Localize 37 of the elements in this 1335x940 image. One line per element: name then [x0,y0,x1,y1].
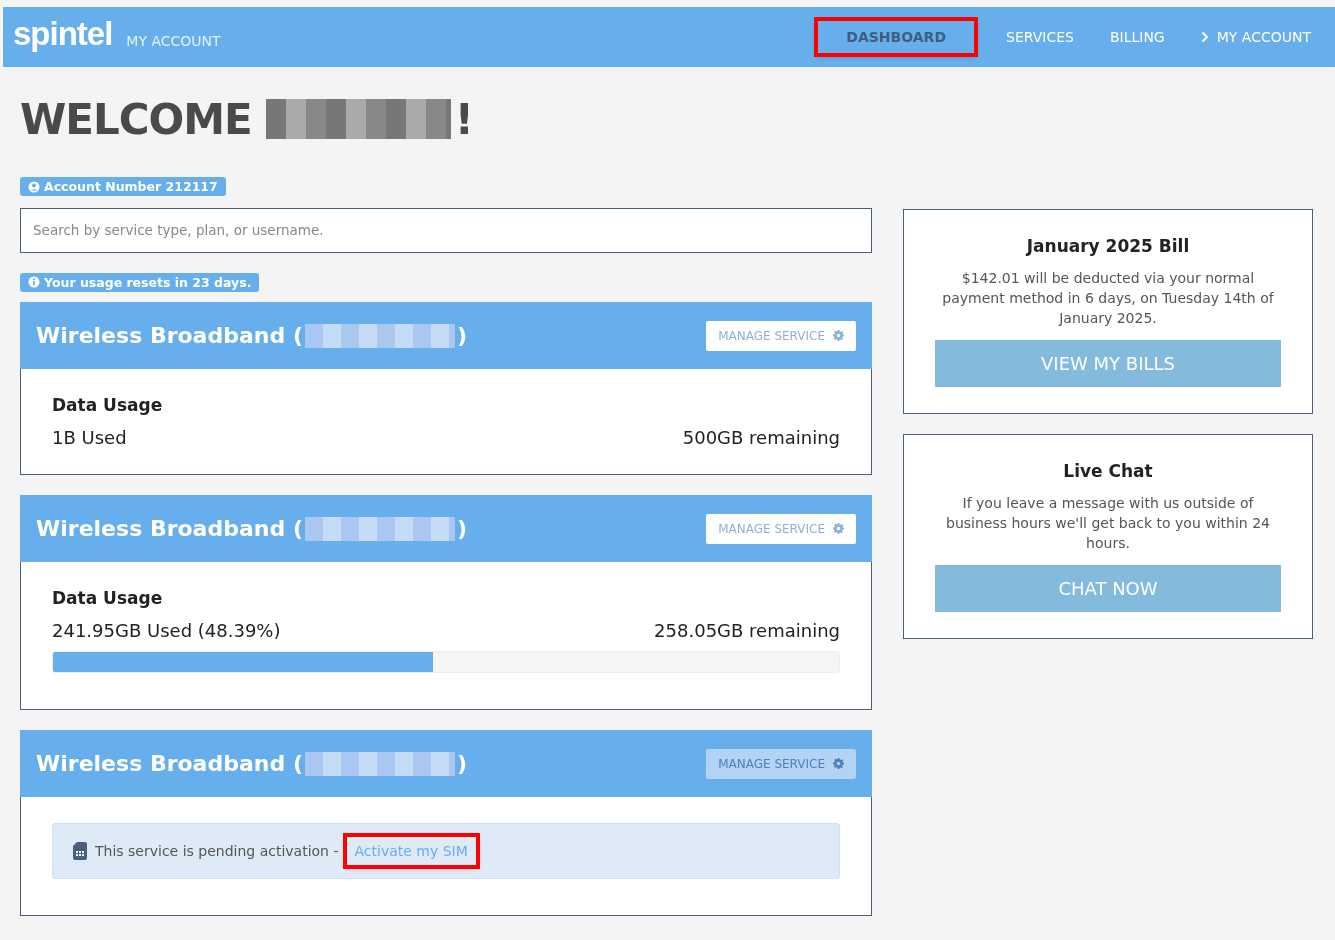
header-subtitle: MY ACCOUNT [126,33,221,49]
badge-text: Your usage resets in 23 days. [44,274,252,290]
welcome-heading: WELCOME [20,94,252,144]
service-title: Wireless Broadband ( [36,751,303,776]
service-title: ) [456,751,467,776]
search-field[interactable]: Search by service type, plan, or username. [20,207,872,253]
nav-link[interactable]: SERVICES [992,21,1088,53]
service-title: ) [456,323,467,348]
card-title: January 2025 Bill [1024,236,1191,256]
usage-used: 1B Used [52,427,127,448]
gear-icon [833,330,844,341]
logo[interactable]: spintel [13,15,113,53]
service-title: Wireless Broadband ( [36,516,303,541]
info-icon [28,276,40,288]
usage-remaining: 500GB remaining [682,427,840,448]
card-button[interactable]: CHAT NOW [935,565,1281,612]
card-title: Live Chat [1062,461,1154,481]
nav-link[interactable]: BILLING [1095,21,1179,53]
card-text: If you leave a message with us outside of business hours we'll get back to you within 24 hours. [945,494,1271,553]
welcome-heading: ! [454,94,473,144]
usage-used: 241.95GB Used (48.39%) [52,620,281,641]
usage-remaining: 258.05GB remaining [654,620,840,641]
card-button[interactable]: VIEW MY BILLS [935,340,1281,387]
notice-text: This service is pending activation - [95,843,339,859]
gear-icon [833,758,844,769]
service-title: ) [456,516,467,541]
usage-heading: Data Usage [52,395,164,415]
badge-text: Account Number 212117 [44,179,218,194]
sim-card-icon [73,842,87,860]
manage-service-button[interactable]: MANAGE SERVICE [706,513,856,544]
usage-heading: Data Usage [52,588,164,608]
service-title: Wireless Broadband ( [36,323,303,348]
user-icon [28,180,40,193]
manage-service-button[interactable]: MANAGE SERVICE [706,320,856,351]
card-text: $142.01 will be deducted via your normal payment method in 6 days, on Tuesday 14th of January 2025. [941,269,1275,328]
nav-link[interactable]: MY ACCOUNT [1186,21,1325,53]
gear-icon [833,523,844,534]
